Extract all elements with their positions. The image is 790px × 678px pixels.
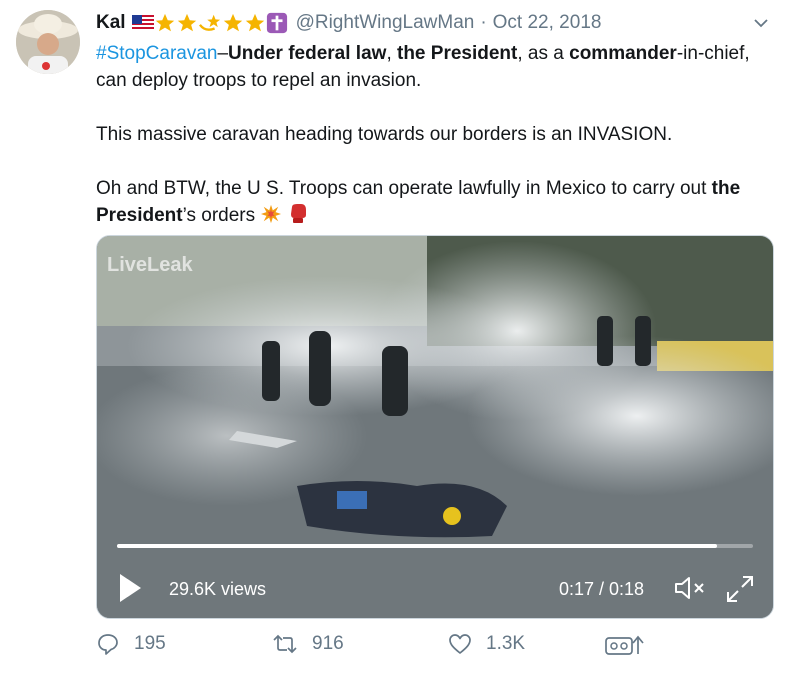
like-button[interactable]: 1.3K [448, 632, 525, 656]
cross-icon [266, 12, 287, 34]
retweet-button[interactable]: 916 [272, 632, 344, 656]
avatar-image [16, 10, 80, 74]
view-count: 29.6K views [169, 579, 267, 599]
play-icon[interactable] [117, 572, 143, 604]
text-fragment: Oh and BTW, the U S. Troops can operate … [96, 178, 707, 199]
tweet-text: #StopCaravan–Under federal law, the Pres… [96, 40, 768, 229]
tweet-paragraph-2: This massive caravan heading towards our… [96, 124, 673, 145]
name-badges [131, 12, 288, 34]
tweet-date[interactable]: Oct 22, 2018 [493, 12, 602, 34]
video-player[interactable]: LiveLeak 29.6K views 0:17 / 0:18 [96, 235, 774, 619]
text-fragment: ’s orders [182, 205, 256, 226]
tweet-paragraph-3: Oh and BTW, the U S. Troops can operate … [96, 175, 768, 229]
us-flag-icon [131, 15, 154, 31]
star-icon [245, 13, 264, 32]
bold-text: the President [397, 43, 518, 64]
video-time: 0:17 / 0:18 [559, 579, 645, 599]
fullscreen-icon[interactable] [725, 574, 755, 604]
retweet-count: 916 [312, 633, 344, 654]
text-fragment: , [386, 43, 397, 64]
star-icon [223, 13, 242, 32]
reply-button[interactable]: 195 [96, 632, 166, 656]
collision-icon [261, 204, 282, 224]
reply-count: 195 [134, 633, 166, 654]
video-progress-bar[interactable] [117, 544, 753, 548]
share-icon [605, 635, 644, 655]
heart-icon [449, 634, 471, 654]
like-count: 1.3K [486, 633, 526, 654]
video-progress-fill [117, 544, 718, 548]
boxing-glove-icon [290, 204, 306, 223]
shooting-star-icon [198, 14, 220, 31]
liveleak-watermark: LiveLeak [107, 254, 193, 276]
text-fragment: , as a [517, 43, 570, 64]
reply-icon [98, 634, 118, 655]
retweet-icon [273, 634, 297, 654]
tweet-actions: 195 916 1.3K [96, 632, 768, 666]
author-handle[interactable]: @RightWingLawMan [296, 12, 475, 34]
text-dash: – [217, 43, 229, 64]
chevron-down-icon[interactable] [752, 14, 770, 32]
tweet-header: Kal @RightWingLawMan · Oct 22, 2018 [96, 8, 770, 38]
tweet-paragraph-1: #StopCaravan–Under federal law, the Pres… [96, 40, 768, 94]
bold-text: Under federal law [228, 43, 387, 64]
avatar[interactable] [16, 10, 80, 74]
share-button[interactable] [604, 632, 648, 658]
star-icon [177, 13, 196, 32]
video-frame: LiveLeak [97, 236, 773, 618]
bold-text: commander [569, 43, 677, 64]
hashtag-link[interactable]: #StopCaravan [96, 43, 217, 64]
separator-dot: · [480, 12, 487, 33]
star-icon [155, 13, 174, 32]
mute-icon[interactable] [673, 574, 707, 602]
author-name[interactable]: Kal [96, 12, 126, 34]
